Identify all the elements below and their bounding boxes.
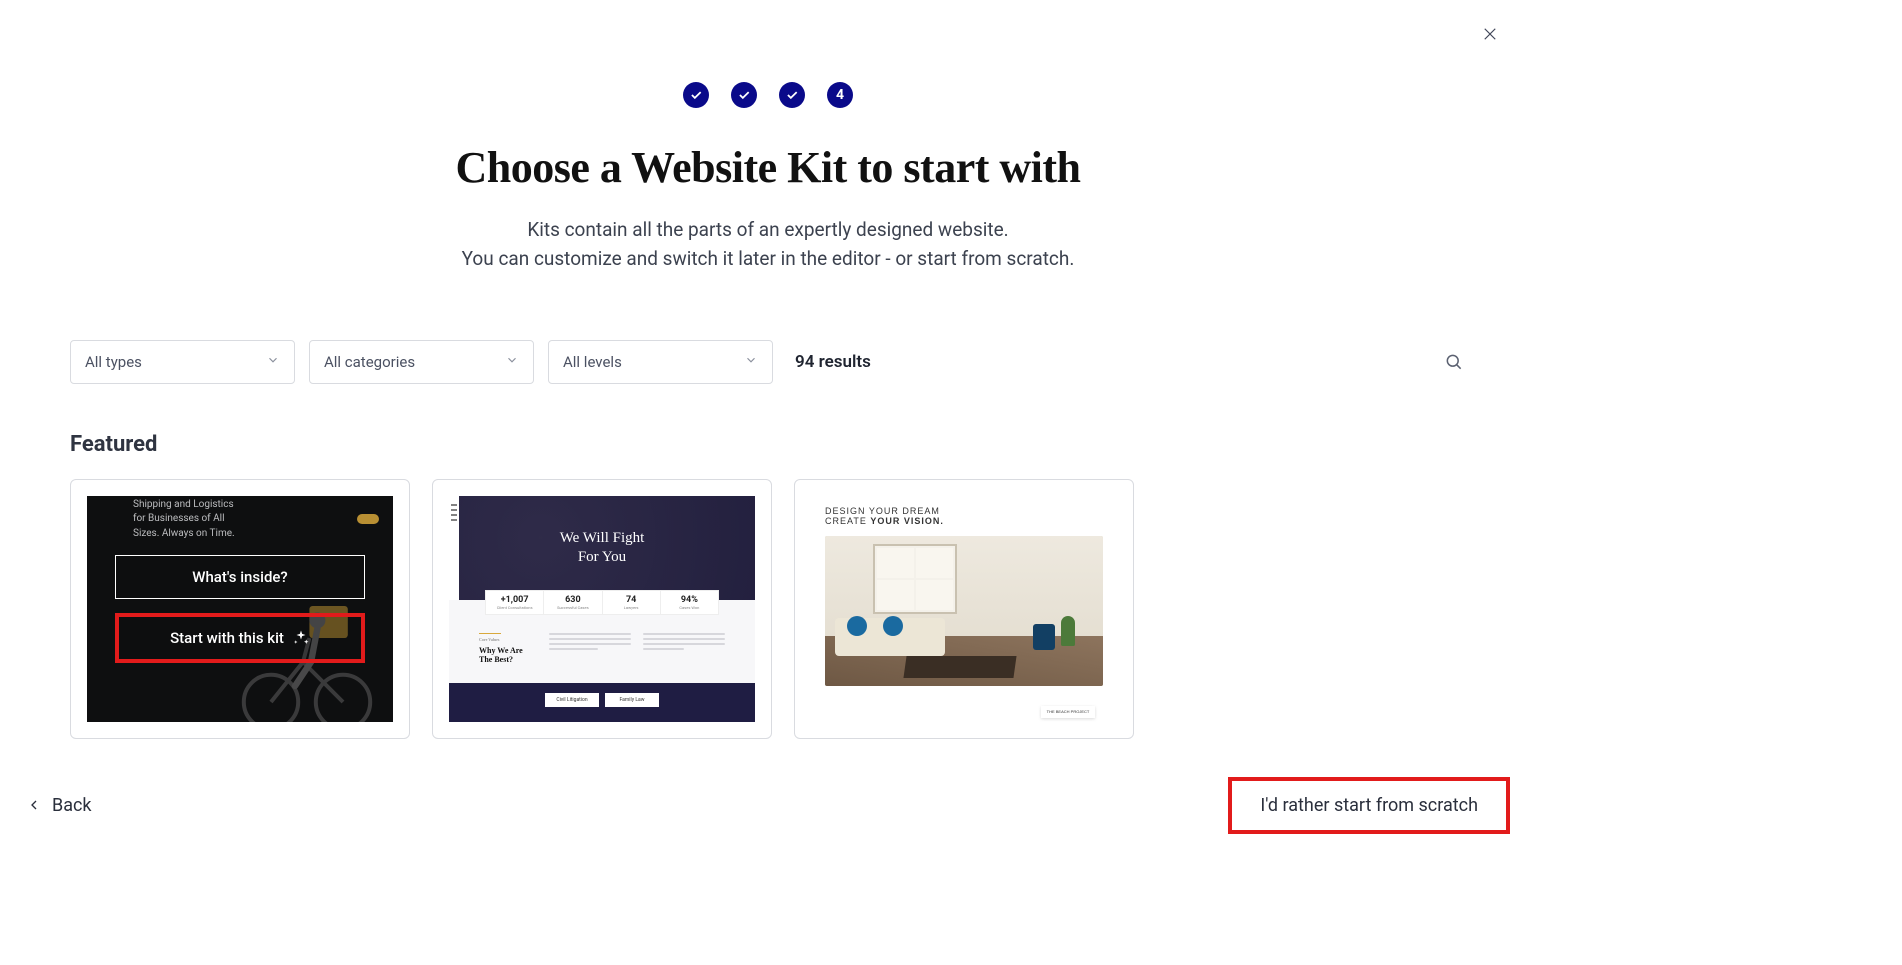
start-from-scratch-button[interactable]: I'd rather start from scratch	[1228, 777, 1510, 834]
whats-inside-button[interactable]: What's inside?	[115, 555, 365, 599]
page-header: Choose a Website Kit to start with Kits …	[0, 142, 1536, 274]
step-3-complete	[779, 82, 805, 108]
chevron-down-icon	[744, 353, 758, 371]
section-featured-title: Featured	[0, 384, 1536, 457]
plant-shape	[1061, 616, 1075, 646]
kit-preview: We Will Fight For You +1,007Client Consu…	[449, 496, 755, 722]
text-placeholder-col	[549, 633, 631, 665]
stat-label: Lawyers	[605, 605, 658, 610]
stat-item: 74Lawyers	[603, 591, 661, 614]
back-label: Back	[52, 795, 92, 816]
chevron-left-icon	[26, 797, 42, 813]
preview-text-line: For You	[560, 548, 645, 567]
preview-text-span: CREATE	[825, 516, 870, 526]
kit-preview: Shipping and Logistics for Businesses of…	[87, 496, 393, 722]
stat-label: Client Consultations	[488, 605, 541, 610]
filter-type-select[interactable]: All types	[70, 340, 295, 384]
preview-project-label: THE BEACH PROJECT	[1041, 706, 1095, 718]
button-label: What's inside?	[192, 568, 287, 586]
button-label: Start with this kit	[170, 629, 284, 647]
check-icon	[689, 88, 703, 102]
stat-number: 74	[605, 595, 658, 605]
close-button[interactable]	[1478, 22, 1502, 46]
stat-item: +1,007Client Consultations	[486, 591, 544, 614]
search-icon	[1444, 352, 1464, 372]
step-number: 4	[836, 87, 844, 103]
accent-line	[479, 633, 501, 634]
table-shape	[903, 656, 1016, 678]
preview-eyebrow: Core Values	[479, 638, 537, 643]
kit-preview: DESIGN YOUR DREAM CREATE YOUR VISION. PR…	[811, 496, 1117, 722]
filter-category-select[interactable]: All categories	[309, 340, 534, 384]
chair-shape	[1033, 624, 1055, 650]
search-button[interactable]	[1442, 350, 1466, 374]
scratch-label: I'd rather start from scratch	[1260, 795, 1478, 816]
footer-bar: Back I'd rather start from scratch	[0, 770, 1536, 840]
sofa-shape	[835, 618, 945, 656]
preview-tab: Family Law	[605, 693, 659, 707]
kit-card-law[interactable]: We Will Fight For You +1,007Client Consu…	[432, 479, 772, 739]
filter-category-label: All categories	[324, 353, 415, 371]
subtitle-line: Kits contain all the parts of an expertl…	[0, 215, 1536, 244]
stat-number: 94%	[663, 595, 716, 605]
close-icon	[1481, 25, 1499, 43]
filters-row: All types All categories All levels 94 r…	[0, 274, 1536, 384]
text-placeholder-col	[643, 633, 725, 665]
preview-text-line: CREATE YOUR VISION.	[825, 516, 1103, 526]
preview-why-title: Core Values Why We Are The Best?	[479, 633, 537, 665]
filter-level-select[interactable]: All levels	[548, 340, 773, 384]
step-1-complete	[683, 82, 709, 108]
stat-item: 94%Cases Won	[661, 591, 718, 614]
chevron-down-icon	[505, 353, 519, 371]
preview-hero-title: We Will Fight For You	[560, 529, 645, 567]
kit-card-interior[interactable]: DESIGN YOUR DREAM CREATE YOUR VISION. PR…	[794, 479, 1134, 739]
kit-card-logistics[interactable]: Shipping and Logistics for Businesses of…	[70, 479, 410, 739]
window-shape	[873, 544, 957, 614]
page-subtitle: Kits contain all the parts of an expertl…	[0, 215, 1536, 274]
start-with-kit-button[interactable]: Start with this kit	[115, 613, 365, 663]
kit-cards: Shipping and Logistics for Businesses of…	[0, 457, 1536, 739]
preview-text-span: YOUR VISION.	[870, 516, 944, 526]
stat-label: Cases Won	[663, 605, 716, 610]
preview-stats: +1,007Client Consultations 630Successful…	[485, 590, 719, 615]
filter-type-label: All types	[85, 353, 142, 371]
preview-tab: Civil Litigation	[545, 693, 599, 707]
preview-heading: DESIGN YOUR DREAM CREATE YOUR VISION.	[811, 496, 1117, 530]
back-button[interactable]: Back	[26, 795, 92, 816]
preview-text-line: DESIGN YOUR DREAM	[825, 506, 1103, 516]
filter-level-label: All levels	[563, 353, 622, 371]
preview-sidebar	[449, 496, 459, 600]
check-icon	[737, 88, 751, 102]
preview-text-line: We Will Fight	[560, 529, 645, 548]
kit-card-hover-overlay: What's inside? Start with this kit	[87, 496, 393, 722]
stat-number: 630	[546, 595, 599, 605]
preview-tabs: Civil Litigation Family Law	[545, 693, 659, 707]
progress-stepper: 4	[0, 0, 1536, 108]
stat-item: 630Successful Cases	[544, 591, 602, 614]
sparkle-icon	[292, 629, 310, 647]
preview-text-line: The Best?	[479, 655, 537, 665]
chevron-down-icon	[266, 353, 280, 371]
main-scroll[interactable]: 4 Choose a Website Kit to start with Kit…	[0, 0, 1536, 770]
stat-number: +1,007	[488, 595, 541, 605]
check-icon	[785, 88, 799, 102]
results-count: 94 results	[795, 352, 871, 372]
stat-label: Successful Cases	[546, 605, 599, 610]
page-title: Choose a Website Kit to start with	[0, 142, 1536, 193]
preview-why-section: Core Values Why We Are The Best?	[449, 615, 755, 675]
preview-hero: We Will Fight For You	[449, 496, 755, 600]
subtitle-line: You can customize and switch it later in…	[0, 244, 1536, 273]
content: 4 Choose a Website Kit to start with Kit…	[0, 0, 1536, 770]
preview-text-line: Why We Are	[479, 646, 537, 656]
step-2-complete	[731, 82, 757, 108]
preview-bottom-bar: Civil Litigation Family Law	[449, 683, 755, 722]
preview-photo	[825, 536, 1103, 686]
step-4-current: 4	[827, 82, 853, 108]
